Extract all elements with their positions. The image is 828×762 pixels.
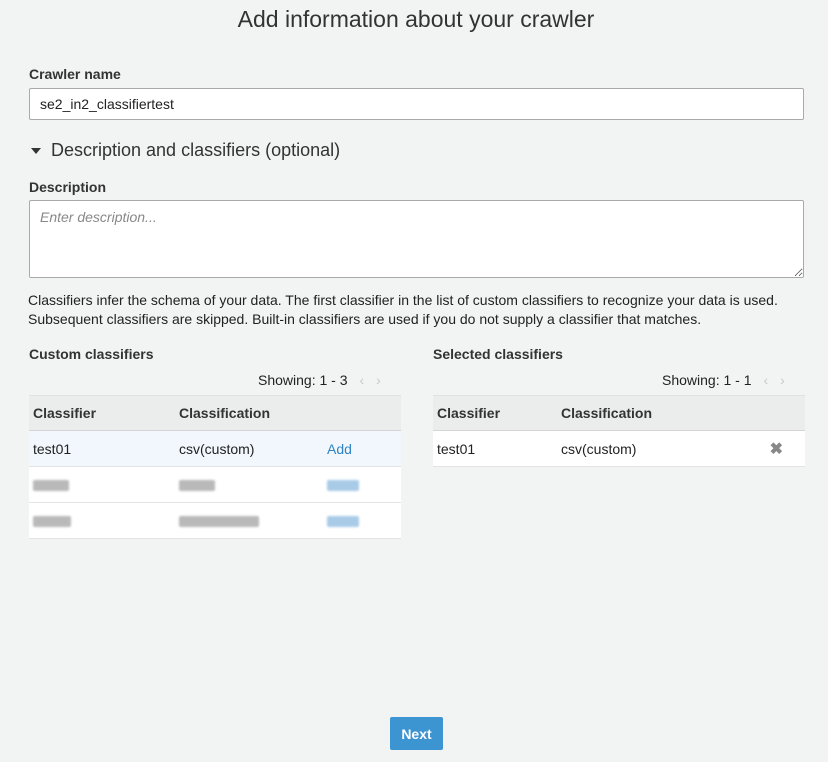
- classification-cell: csv(custom): [175, 430, 323, 467]
- caret-down-icon: [31, 148, 41, 154]
- custom-showing-text: Showing: 1 - 3: [258, 372, 348, 388]
- custom-classifiers-title: Custom classifiers: [29, 346, 154, 362]
- column-header-classification: Classification: [175, 395, 323, 431]
- redacted-text: [179, 516, 259, 528]
- description-textarea[interactable]: [29, 200, 804, 278]
- table-header-row: Classifier Classification: [433, 395, 805, 431]
- crawler-name-label: Crawler name: [29, 66, 121, 82]
- redacted-text: [33, 516, 71, 528]
- column-header-classification: Classification: [557, 395, 747, 431]
- selected-showing-text: Showing: 1 - 1: [662, 372, 752, 388]
- classifier-cell: test01: [433, 430, 557, 467]
- redacted-text: [33, 480, 69, 492]
- table-row: test01 csv(custom) Add: [29, 430, 401, 467]
- redacted-add-link[interactable]: [327, 516, 359, 528]
- description-section-toggle[interactable]: Description and classifiers (optional): [31, 140, 340, 161]
- custom-classifiers-pager: Showing: 1 - 3 ‹ ›: [258, 372, 381, 388]
- redacted-add-link[interactable]: [327, 480, 359, 492]
- section-toggle-label: Description and classifiers (optional): [51, 140, 341, 160]
- custom-classifiers-table: Classifier Classification test01 csv(cus…: [29, 395, 401, 539]
- classifiers-help-text: Classifiers infer the schema of your dat…: [28, 292, 778, 327]
- description-label: Description: [29, 179, 107, 195]
- table-row: [29, 502, 401, 539]
- chevron-left-icon[interactable]: ‹: [360, 372, 365, 388]
- column-header-classifier: Classifier: [433, 395, 557, 431]
- redacted-text: [179, 480, 215, 492]
- next-button[interactable]: Next: [390, 717, 443, 750]
- table-row: test01 csv(custom) ✖: [433, 430, 805, 467]
- chevron-right-icon[interactable]: ›: [780, 372, 785, 388]
- column-header-action: [747, 395, 805, 431]
- column-header-classifier: Classifier: [29, 395, 175, 431]
- selected-classifiers-pager: Showing: 1 - 1 ‹ ›: [662, 372, 785, 388]
- crawler-name-input[interactable]: [29, 88, 804, 120]
- classifier-cell: test01: [29, 430, 175, 467]
- table-row: [29, 466, 401, 503]
- selected-classifiers-table: Classifier Classification test01 csv(cus…: [433, 395, 805, 467]
- table-header-row: Classifier Classification: [29, 395, 401, 431]
- chevron-right-icon[interactable]: ›: [376, 372, 381, 388]
- close-icon[interactable]: ✖: [770, 441, 783, 458]
- add-classifier-link[interactable]: Add: [327, 441, 352, 457]
- classification-cell: csv(custom): [557, 430, 747, 467]
- chevron-left-icon[interactable]: ‹: [764, 372, 769, 388]
- column-header-action: [323, 395, 401, 431]
- selected-classifiers-title: Selected classifiers: [433, 346, 563, 362]
- page-title: Add information about your crawler: [237, 6, 595, 32]
